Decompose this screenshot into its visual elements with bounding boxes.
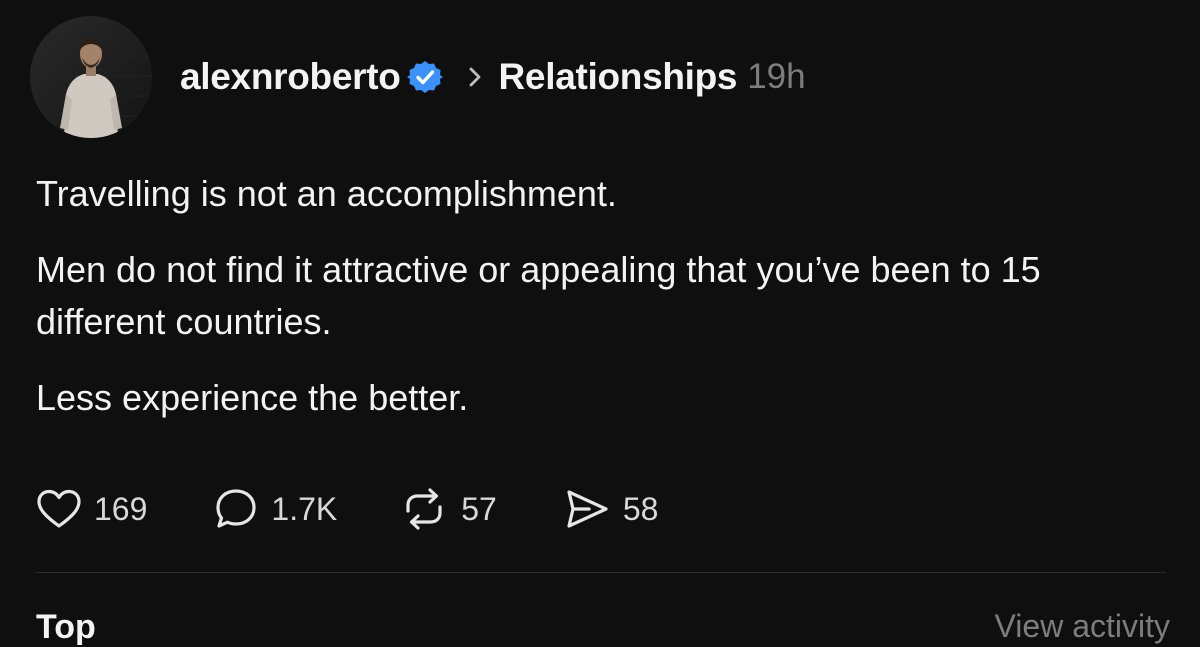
send-icon xyxy=(563,487,611,531)
post-header: alexnroberto Relationships 19h xyxy=(180,52,806,102)
share-button[interactable]: 58 xyxy=(563,487,659,531)
post-body: Travelling is not an accomplishment. Men… xyxy=(36,168,1176,448)
view-activity-link[interactable]: View activity xyxy=(995,608,1170,645)
heart-icon xyxy=(36,488,82,530)
post-card: alexnroberto Relationships 19h Travellin… xyxy=(0,0,1200,646)
post-paragraph: Men do not find it attractive or appeali… xyxy=(36,249,1041,342)
post-paragraph: Travelling is not an accomplishment. xyxy=(36,173,617,214)
sort-label[interactable]: Top xyxy=(36,608,96,647)
post-timestamp: 19h xyxy=(747,57,806,96)
repost-count: 57 xyxy=(461,490,497,527)
comment-bubble-icon xyxy=(213,487,259,531)
repost-icon xyxy=(399,487,449,531)
username[interactable]: alexnroberto xyxy=(180,56,401,98)
reply-button[interactable]: 1.7K xyxy=(213,487,337,531)
verified-badge-icon xyxy=(406,59,443,95)
topic-tag[interactable]: Relationships xyxy=(499,56,738,98)
avatar-photo xyxy=(30,16,152,138)
action-bar: 169 1.7K 57 58 xyxy=(36,484,658,534)
avatar[interactable] xyxy=(30,16,152,138)
chevron-right-icon xyxy=(465,64,485,90)
reply-count: 1.7K xyxy=(271,490,338,527)
like-button[interactable]: 169 xyxy=(36,488,147,530)
share-count: 58 xyxy=(622,490,659,527)
repost-button[interactable]: 57 xyxy=(399,487,497,531)
divider xyxy=(36,572,1166,573)
post-paragraph: Less experience the better. xyxy=(36,377,469,418)
like-count: 169 xyxy=(94,490,148,527)
